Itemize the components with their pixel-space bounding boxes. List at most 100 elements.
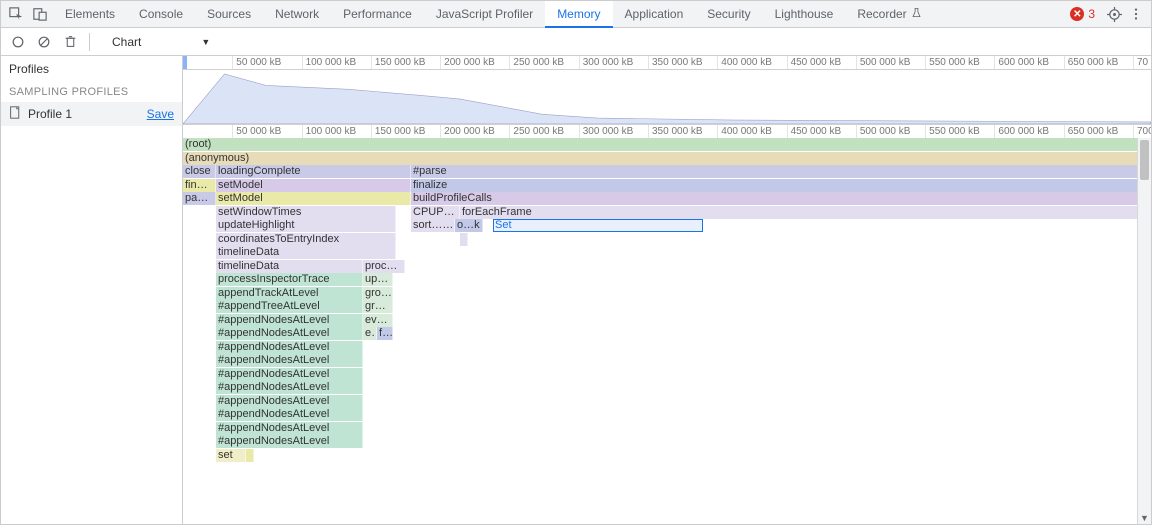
- flame-segment[interactable]: forEachFrame: [460, 206, 1137, 219]
- flame-segment[interactable]: timelineData: [216, 260, 363, 273]
- flame-segment[interactable]: #appendTreeAtLevel: [216, 300, 363, 313]
- flame-segment[interactable]: finalize: [411, 179, 1137, 192]
- flame-segment[interactable]: set: [216, 449, 246, 462]
- flame-segment[interactable]: o…k: [455, 219, 483, 232]
- profile-icon: [9, 106, 22, 122]
- vertical-scrollbar[interactable]: ▲ ▼: [1137, 138, 1151, 524]
- ruler-tick: 700 000 kB: [1133, 125, 1151, 138]
- tab-recorder[interactable]: Recorder: [845, 1, 933, 27]
- flame-segment[interactable]: e…: [363, 327, 377, 340]
- scrollbar-thumb[interactable]: [1140, 140, 1149, 180]
- flame-segment[interactable]: f…r: [377, 327, 393, 340]
- ruler-tick: 100 000 kB: [302, 125, 357, 138]
- flame-segment[interactable]: #appendNodesAtLevel: [216, 408, 363, 421]
- tab-security[interactable]: Security: [695, 1, 762, 27]
- flame-segment[interactable]: close: [183, 165, 216, 178]
- flame-segment[interactable]: gr…ew: [363, 300, 393, 313]
- flame-segment[interactable]: pa…at: [183, 192, 216, 205]
- chevron-down-icon: ▼: [201, 37, 210, 47]
- error-icon: ✕: [1070, 7, 1084, 21]
- ruler-tick: 300 000 kB: [579, 56, 634, 69]
- flame-segment[interactable]: CPUP…del: [411, 206, 460, 219]
- flame-segment[interactable]: gro…ts: [363, 287, 393, 300]
- flame-segment[interactable]: coordinatesToEntryIndex: [216, 233, 396, 246]
- flame-segment[interactable]: [246, 449, 254, 462]
- flame-segment[interactable]: setModel: [216, 179, 411, 192]
- ruler-tick: 550 000 kB: [925, 56, 980, 69]
- flame-segment[interactable]: #appendNodesAtLevel: [216, 341, 363, 354]
- flame-segment[interactable]: setModel: [216, 192, 411, 205]
- flame-segment[interactable]: #appendNodesAtLevel: [216, 354, 363, 367]
- flame-segment[interactable]: buildProfileCalls: [411, 192, 1137, 205]
- profiles-sidebar: Profiles SAMPLING PROFILES Profile 1 Sav…: [1, 56, 183, 524]
- ruler-tick: 400 000 kB: [717, 125, 772, 138]
- tab-network[interactable]: Network: [263, 1, 331, 27]
- view-select-label: Chart: [112, 35, 141, 49]
- overview-handle-left[interactable]: [183, 56, 187, 70]
- flame-segment[interactable]: up…up: [363, 273, 393, 286]
- flame-segment[interactable]: #appendNodesAtLevel: [216, 368, 363, 381]
- inspect-element-icon[interactable]: [5, 3, 27, 25]
- flame-segment[interactable]: timelineData: [216, 246, 396, 259]
- flame-segment[interactable]: updateHighlight: [216, 219, 396, 232]
- flame-segment[interactable]: fin…ce: [183, 179, 216, 192]
- ruler-tick: 650 000 kB: [1064, 125, 1119, 138]
- delete-icon[interactable]: [59, 31, 81, 53]
- sidebar-section: SAMPLING PROFILES: [1, 82, 182, 102]
- flame-segment[interactable]: #appendNodesAtLevel: [216, 381, 363, 394]
- flame-segment[interactable]: #appendNodesAtLevel: [216, 314, 363, 327]
- ruler-tick: 100 000 kB: [302, 56, 357, 69]
- flame-segment[interactable]: appendTrackAtLevel: [216, 287, 363, 300]
- save-link[interactable]: Save: [147, 107, 174, 121]
- flame-segment[interactable]: ev…ew: [363, 314, 393, 327]
- flame-segment[interactable]: Set: [493, 219, 703, 232]
- flame-segment[interactable]: sort…ples: [411, 219, 455, 232]
- overview-chart[interactable]: [183, 70, 1151, 124]
- ruler-tick: 600 000 kB: [994, 125, 1049, 138]
- profile-name: Profile 1: [28, 107, 72, 121]
- tab-sources[interactable]: Sources: [195, 1, 263, 27]
- profile-row[interactable]: Profile 1 Save: [1, 102, 182, 126]
- flame-segment[interactable]: setWindowTimes: [216, 206, 396, 219]
- record-icon[interactable]: [7, 31, 29, 53]
- overview-ruler-top[interactable]: 50 000 kB100 000 kB150 000 kB200 000 kB2…: [183, 56, 1151, 70]
- flame-segment[interactable]: processInspectorTrace: [216, 273, 363, 286]
- flame-segment[interactable]: [460, 233, 468, 246]
- tab-lighthouse[interactable]: Lighthouse: [763, 1, 846, 27]
- flame-segment[interactable]: #parse: [411, 165, 1137, 178]
- error-badge[interactable]: ✕ 3: [1070, 7, 1095, 21]
- tab-javascript-profiler[interactable]: JavaScript Profiler: [424, 1, 545, 27]
- clear-icon[interactable]: [33, 31, 55, 53]
- tab-console[interactable]: Console: [127, 1, 195, 27]
- device-toolbar-icon[interactable]: [29, 3, 51, 25]
- ruler-tick: 250 000 kB: [509, 125, 564, 138]
- flame-segment[interactable]: (anonymous): [183, 152, 1137, 165]
- settings-icon[interactable]: [1103, 3, 1125, 25]
- ruler-tick: 400 000 kB: [717, 56, 772, 69]
- flame-segment[interactable]: proc…ata: [363, 260, 405, 273]
- tab-memory[interactable]: Memory: [545, 1, 612, 28]
- ruler-tick: 250 000 kB: [509, 56, 564, 69]
- flame-segment[interactable]: (root): [183, 138, 1137, 151]
- flame-segment[interactable]: loadingComplete: [216, 165, 411, 178]
- more-options-icon[interactable]: [1125, 3, 1147, 25]
- flask-icon: [911, 7, 922, 21]
- ruler-tick: 300 000 kB: [579, 125, 634, 138]
- tab-application[interactable]: Application: [613, 1, 696, 27]
- devtools-window: ElementsConsoleSourcesNetworkPerformance…: [0, 0, 1152, 525]
- flame-chart[interactable]: (root)(anonymous)closeloadingComplete#pa…: [183, 138, 1137, 524]
- tab-elements[interactable]: Elements: [53, 1, 127, 27]
- flame-segment[interactable]: #appendNodesAtLevel: [216, 327, 363, 340]
- flame-segment[interactable]: #appendNodesAtLevel: [216, 422, 363, 435]
- overview-ruler-bottom[interactable]: 50 000 kB100 000 kB150 000 kB200 000 kB2…: [183, 124, 1151, 138]
- devtools-tabs: ElementsConsoleSourcesNetworkPerformance…: [53, 1, 934, 27]
- scroll-down-icon[interactable]: ▼: [1138, 512, 1151, 524]
- memory-toolbar: Chart ▼: [1, 28, 1151, 56]
- flame-segment[interactable]: #appendNodesAtLevel: [216, 435, 363, 448]
- flame-segment[interactable]: #appendNodesAtLevel: [216, 395, 363, 408]
- ruler-tick: 600 000 kB: [994, 56, 1049, 69]
- ruler-tick: 350 000 kB: [648, 56, 703, 69]
- view-select[interactable]: Chart ▼: [108, 33, 214, 51]
- tab-performance[interactable]: Performance: [331, 1, 424, 27]
- devtools-tabbar: ElementsConsoleSourcesNetworkPerformance…: [1, 1, 1151, 28]
